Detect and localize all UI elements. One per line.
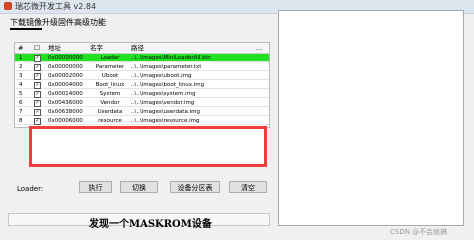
row-name: Userdata (97, 109, 123, 115)
row-name: Uboot (101, 73, 119, 79)
tab-advanced[interactable]: 高级功能 (74, 17, 106, 28)
row-address: 0x00000000 (48, 64, 83, 70)
highlight-box (29, 126, 267, 167)
device-partition-button[interactable]: 设备分区表 (170, 181, 220, 193)
table-row[interactable]: ✓ 5 0x00014000 System ..\..\images\system.im… (15, 90, 269, 98)
row-checkbox[interactable]: ✓ (34, 100, 41, 107)
table-header: # ☐ 地址 名字 路径 ... (15, 43, 269, 54)
row-checkbox[interactable]: ✓ (34, 118, 41, 125)
table-row[interactable]: ✓ 2 0x00000000 Parameter ..\..\images\parame… (15, 63, 269, 71)
execute-button[interactable]: 执行 (79, 181, 112, 193)
row-path: ..\..\images\resource.img (131, 118, 200, 124)
col-header-address[interactable]: 地址 (48, 43, 61, 53)
row-address: 0x00004000 (48, 82, 83, 88)
row-address: 0x00014000 (48, 91, 83, 97)
row-checkbox[interactable]: ✓ (34, 91, 41, 98)
row-index: 4 (19, 82, 23, 88)
table-row[interactable]: ✓ 7 0x00638000 Userdata ..\..\images\userdat… (15, 108, 269, 116)
loader-label: Loader: (17, 185, 44, 193)
col-header-index: # (18, 44, 24, 52)
window-title: 瑞芯微开发工具 v2.84 (15, 2, 97, 11)
table-row[interactable]: ✓ 6 0x00436000 Vendor ..\..\images\vendor.im… (15, 99, 269, 107)
row-name: Parameter (95, 64, 125, 70)
clear-button[interactable]: 清空 (229, 181, 267, 193)
row-checkbox[interactable]: ✓ (34, 64, 41, 71)
row-index: 7 (19, 109, 23, 115)
row-path: ..\..\images\MiniLoaderAll.bin (131, 55, 211, 61)
tab-download-image[interactable]: 下载镜像 (10, 17, 42, 30)
row-address: 0x00002000 (48, 73, 83, 79)
row-address: 0x00000000 (48, 55, 83, 61)
watermark: CSDN @不会就搞 (390, 228, 448, 236)
col-header-path[interactable]: 路径 (131, 43, 144, 53)
row-address: 0x00006000 (48, 118, 83, 124)
row-path: ..\..\images\boot_linux.img (131, 82, 205, 88)
row-name: Loader (100, 55, 120, 61)
col-header-more[interactable]: ... (256, 43, 262, 53)
switch-button[interactable]: 切换 (120, 181, 158, 193)
row-checkbox[interactable]: ✓ (34, 82, 41, 89)
row-name: Boot_linux (95, 82, 125, 88)
row-name: resource (98, 118, 122, 124)
partition-table[interactable]: # ☐ 地址 名字 路径 ... ✓ 1 0x00000000 Loader ..\..… (14, 42, 270, 128)
row-index: 3 (19, 73, 23, 79)
table-row[interactable]: ✓ 3 0x00002000 Uboot ..\..\images\uboot.img (15, 72, 269, 80)
row-index: 2 (19, 64, 23, 70)
row-index: 1 (19, 55, 23, 61)
row-name: System (99, 91, 121, 97)
log-panel[interactable] (278, 10, 464, 226)
table-row[interactable]: ✓ 4 0x00004000 Boot_linux ..\..\images\boot_… (15, 81, 269, 89)
row-checkbox[interactable]: ✓ (34, 55, 41, 62)
row-path: ..\..\images\system.img (131, 91, 196, 97)
col-header-name[interactable]: 名字 (90, 43, 103, 53)
table-row[interactable]: ✓ 8 0x00006000 resource ..\..\images\resourc… (15, 117, 269, 125)
row-index: 5 (19, 91, 23, 97)
row-name: Vendor (100, 100, 120, 106)
row-path: ..\..\images\uboot.img (131, 73, 192, 79)
row-address: 0x00436000 (48, 100, 83, 106)
row-checkbox[interactable]: ✓ (34, 109, 41, 116)
table-row[interactable]: ✓ 1 0x00000000 Loader ..\..\images\MiniLoade… (15, 54, 269, 62)
col-header-check[interactable]: ☐ (34, 43, 40, 53)
status-message: 发现一个MASKROM设备 (89, 219, 212, 230)
row-path: ..\..\images\userdata.img (131, 109, 200, 115)
app-icon (4, 2, 12, 10)
row-index: 6 (19, 100, 23, 106)
tab-upgrade-firmware[interactable]: 升级固件 (42, 17, 74, 28)
row-path: ..\..\images\vendor.img (131, 100, 195, 106)
row-checkbox[interactable]: ✓ (34, 73, 41, 80)
row-index: 8 (19, 118, 23, 124)
row-address: 0x00638000 (48, 109, 83, 115)
row-path: ..\..\images\parameter.txt (131, 64, 202, 70)
